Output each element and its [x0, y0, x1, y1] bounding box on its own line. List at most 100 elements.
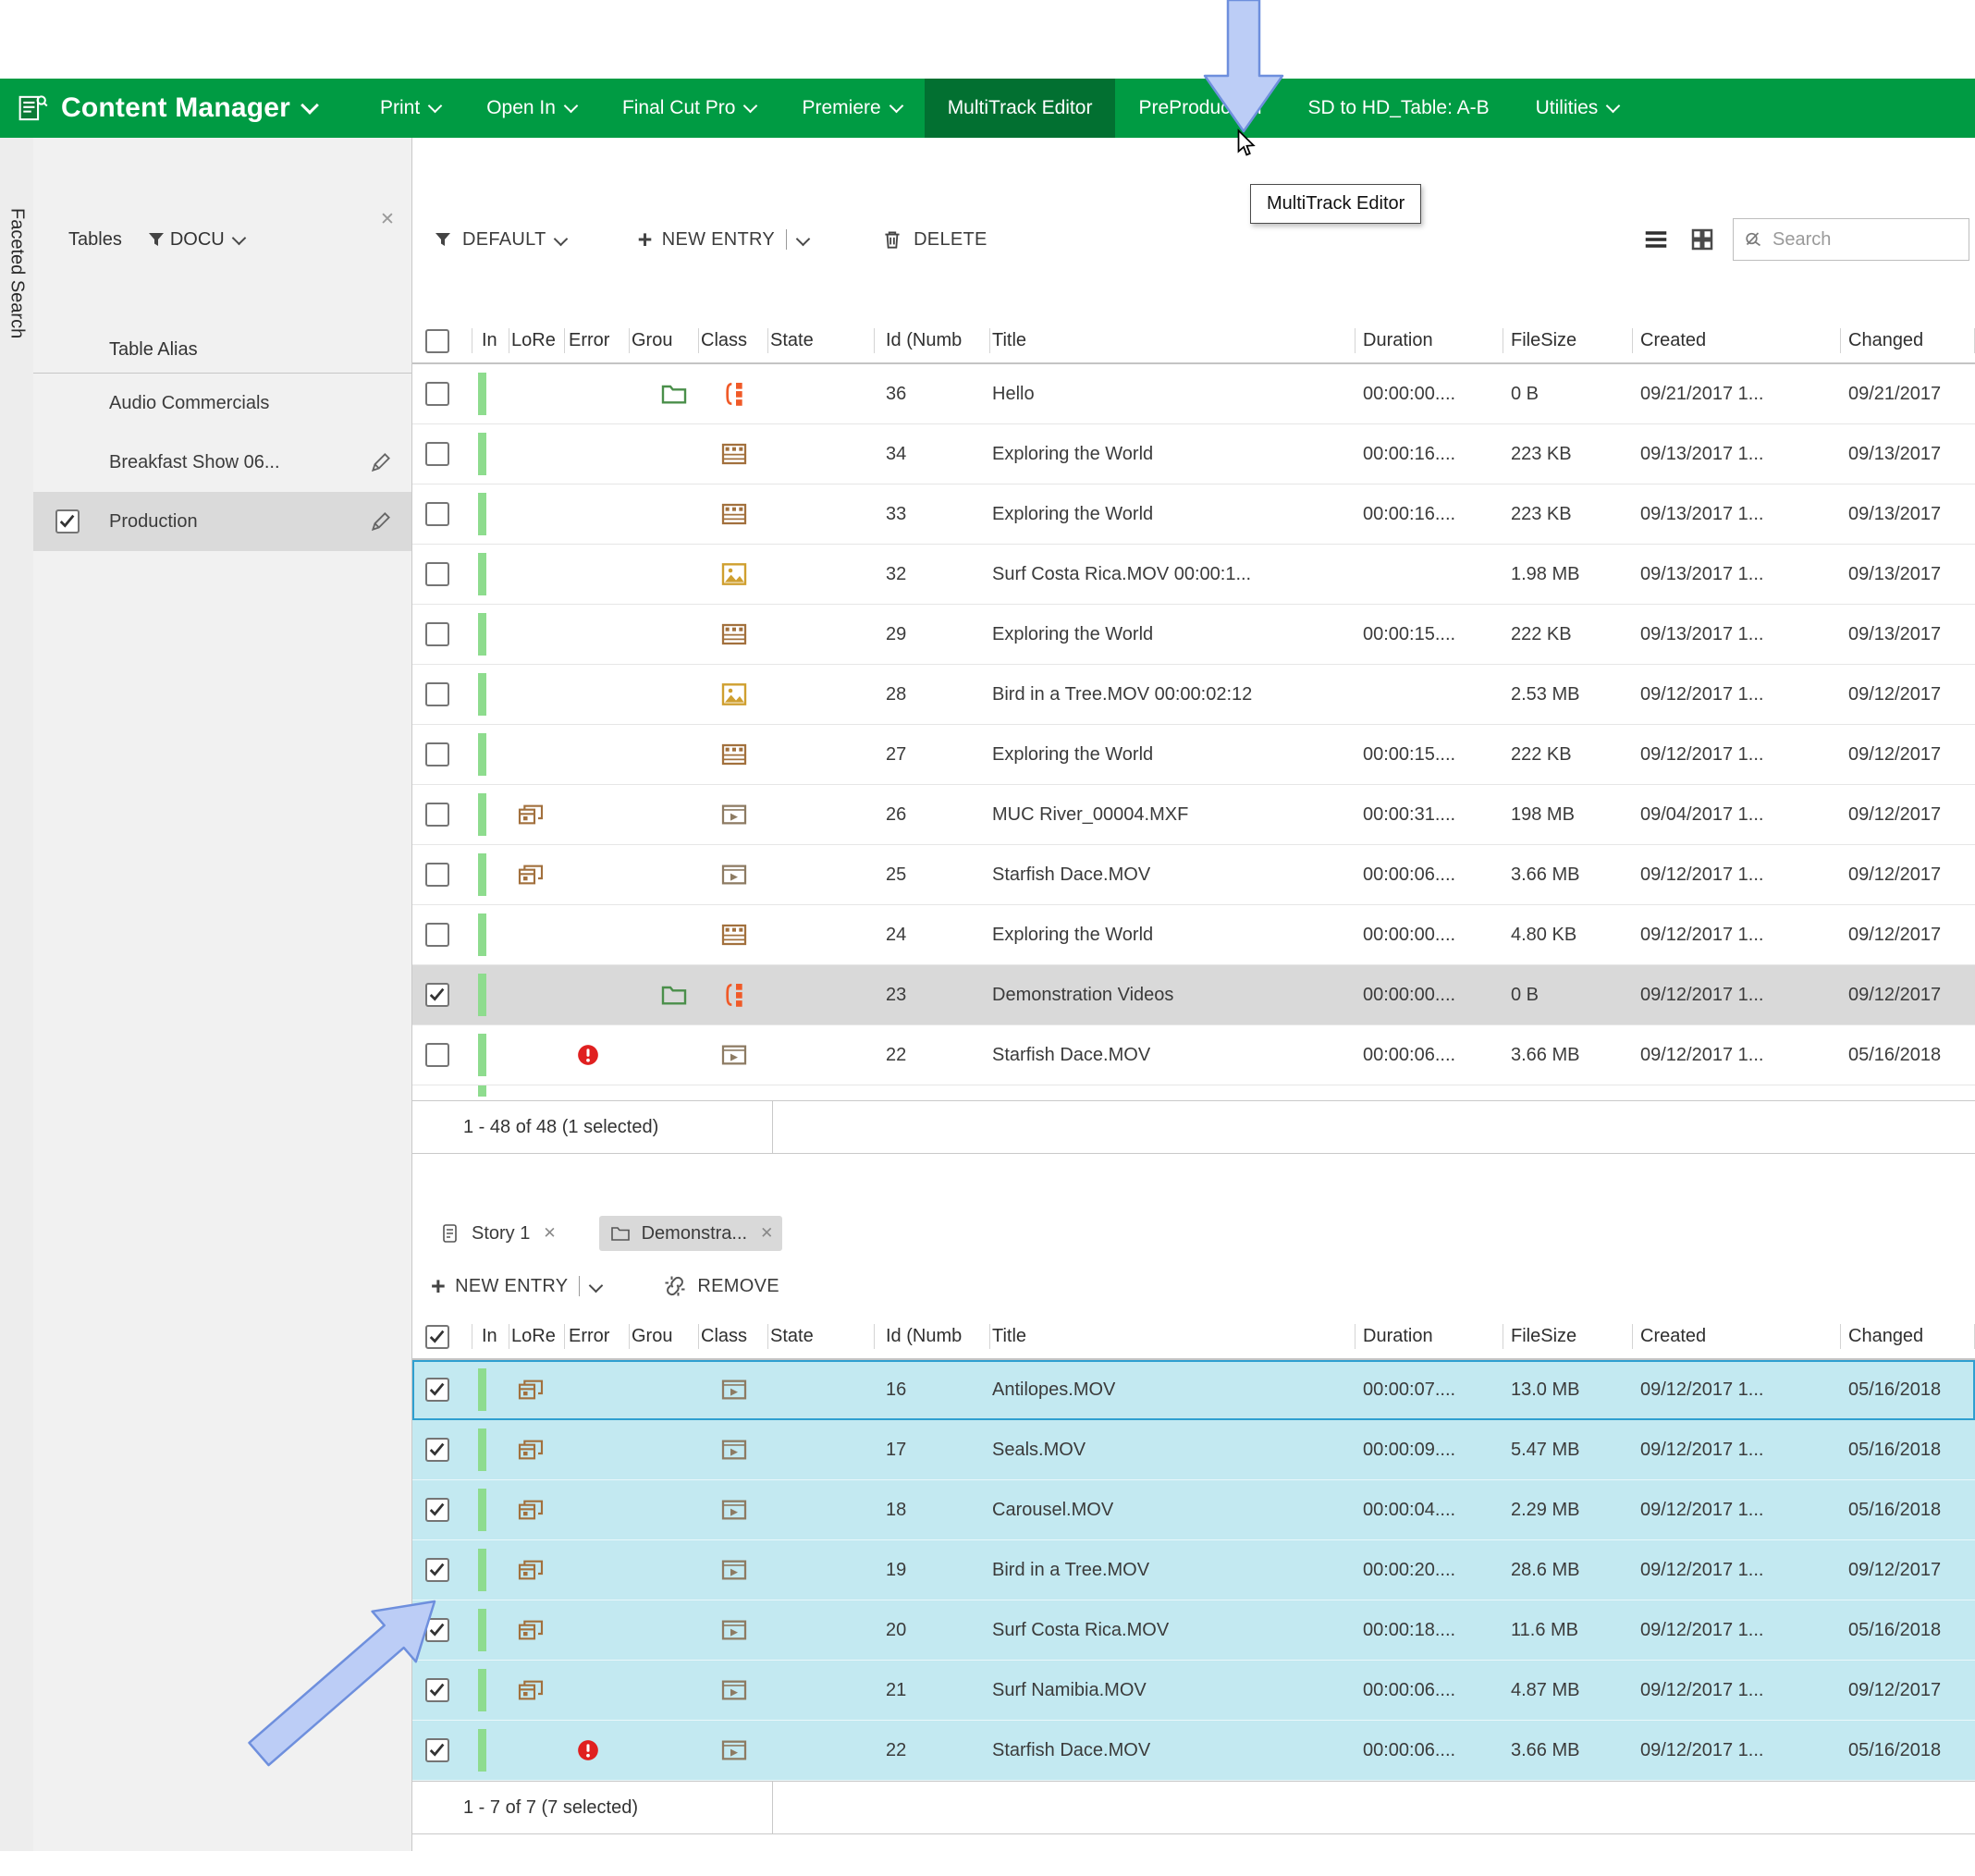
table-row[interactable]: 18 Carousel.MOV 00:00:04.... 2.29 MB 09/… [412, 1480, 1975, 1540]
table-row[interactable]: 34 Exploring the World 00:00:16.... 223 … [412, 424, 1975, 484]
column-header[interactable]: In [472, 1315, 509, 1358]
column-header[interactable]: Created [1633, 319, 1841, 362]
list-view-button[interactable] [1640, 224, 1672, 255]
close-icon[interactable]: ✕ [374, 206, 400, 232]
menu-item-multitrack-editor[interactable]: MultiTrack Editor [925, 79, 1116, 138]
remove-button[interactable]: REMOVE [662, 1273, 779, 1299]
column-header[interactable]: Error [565, 1315, 630, 1358]
row-checkbox[interactable] [425, 923, 449, 947]
table-row[interactable]: 20 Surf Costa Rica.MOV 00:00:18.... 11.6… [412, 1600, 1975, 1661]
column-header[interactable]: Changed [1841, 1315, 1975, 1358]
sidebar-item[interactable]: Audio Commercials [33, 374, 411, 433]
table-row[interactable]: 21 Surf Namibia.MOV 00:00:06.... 4.87 MB… [412, 1661, 1975, 1721]
table-row[interactable]: 25 Starfish Dace.MOV 00:00:06.... 3.66 M… [412, 845, 1975, 905]
column-header[interactable]: FileSize [1503, 319, 1633, 362]
row-checkbox[interactable] [425, 1438, 449, 1462]
column-header[interactable]: FileSize [1503, 1315, 1633, 1358]
column-header[interactable]: LoRe [509, 319, 565, 362]
table-row[interactable]: 28 Bird in a Tree.MOV 00:00:02:12 2.53 M… [412, 665, 1975, 725]
row-checkbox[interactable] [425, 1498, 449, 1522]
column-header[interactable]: Error [565, 319, 630, 362]
row-checkbox[interactable] [425, 863, 449, 887]
row-changed: 09/13/2017 [1841, 545, 1975, 604]
column-header[interactable]: State [768, 319, 875, 362]
row-checkbox[interactable] [425, 983, 449, 1007]
row-checkbox[interactable] [425, 803, 449, 827]
row-checkbox[interactable] [425, 442, 449, 466]
row-checkbox[interactable] [425, 742, 449, 766]
column-header[interactable]: LoRe [509, 1315, 565, 1358]
row-created: 09/13/2017 1... [1633, 484, 1841, 544]
search-input[interactable] [1771, 228, 1950, 251]
menu-item-open-in[interactable]: Open In [463, 79, 599, 138]
row-checkbox[interactable] [425, 502, 449, 526]
menu-item-utilities[interactable]: Utilities [1513, 79, 1642, 138]
sidebar-item[interactable]: Production [33, 492, 411, 551]
table-row[interactable]: 27 Exploring the World 00:00:15.... 222 … [412, 725, 1975, 785]
delete-button[interactable]: DELETE [880, 227, 988, 251]
sidebar-item[interactable]: Breakfast Show 06... [33, 433, 411, 492]
row-checkbox[interactable] [425, 1558, 449, 1582]
search-box[interactable] [1733, 218, 1969, 261]
menu-item-sd-to-hd-table-a-b[interactable]: SD to HD_Table: A-B [1285, 79, 1513, 138]
row-checkbox[interactable] [425, 562, 449, 586]
row-checkbox[interactable] [425, 682, 449, 706]
table-row[interactable]: 29 Exploring the World 00:00:15.... 222 … [412, 605, 1975, 665]
column-header[interactable]: Grou [630, 1315, 699, 1358]
table-row[interactable]: 23 Demonstration Videos 00:00:00.... 0 B… [412, 965, 1975, 1025]
select-all-checkbox[interactable] [425, 329, 449, 353]
selection-chip[interactable]: Demonstra... ✕ [599, 1216, 783, 1251]
column-header[interactable]: Created [1633, 1315, 1841, 1358]
column-header[interactable]: Class [699, 1315, 768, 1358]
column-header[interactable]: Grou [630, 319, 699, 362]
select-all-checkbox[interactable] [425, 1325, 449, 1349]
selection-chip[interactable]: Story 1 ✕ [429, 1216, 566, 1251]
table-row[interactable]: 24 Exploring the World 00:00:00.... 4.80… [412, 905, 1975, 965]
faceted-search-strip[interactable]: Faceted Search [0, 138, 34, 1851]
close-icon[interactable]: ✕ [543, 1224, 556, 1243]
table-row[interactable]: 16 Antilopes.MOV 00:00:07.... 13.0 MB 09… [412, 1360, 1975, 1420]
row-created: 09/13/2017 1... [1633, 545, 1841, 604]
menu-item-final-cut-pro[interactable]: Final Cut Pro [599, 79, 779, 138]
table-row[interactable]: 17 Seals.MOV 00:00:09.... 5.47 MB 09/12/… [412, 1420, 1975, 1480]
table-filter-button[interactable]: DOCU [146, 229, 244, 251]
row-checkbox[interactable] [425, 1378, 449, 1402]
column-header[interactable]: Changed [1841, 319, 1975, 362]
column-header[interactable]: Duration [1356, 319, 1503, 362]
pen-icon[interactable] [365, 447, 397, 478]
row-checkbox[interactable] [425, 622, 449, 646]
table-row[interactable]: 33 Exploring the World 00:00:16.... 223 … [412, 484, 1975, 545]
column-header[interactable]: State [768, 1315, 875, 1358]
grid-view-button[interactable] [1687, 224, 1718, 255]
filter-default-button[interactable]: DEFAULT [433, 229, 566, 251]
table-row[interactable]: 36 Hello 00:00:00.... 0 B 09/21/2017 1..… [412, 364, 1975, 424]
table-row[interactable]: 32 Surf Costa Rica.MOV 00:00:1... 1.98 M… [412, 545, 1975, 605]
menu-item-print[interactable]: Print [357, 79, 463, 138]
row-changed: 05/16/2018 [1841, 1025, 1975, 1085]
column-header[interactable]: In [472, 319, 509, 362]
table-checkbox[interactable] [55, 509, 80, 533]
hierarchy-icon [718, 979, 750, 1011]
column-header[interactable]: Duration [1356, 1315, 1503, 1358]
column-header[interactable]: Title [990, 1315, 1356, 1358]
row-checkbox[interactable] [425, 382, 449, 406]
close-icon[interactable]: ✕ [760, 1224, 773, 1243]
column-header[interactable]: Id (Numb [875, 1315, 990, 1358]
menu-item-premiere[interactable]: Premiere [779, 79, 924, 138]
chevron-down-icon[interactable] [301, 96, 319, 115]
row-checkbox[interactable] [425, 1043, 449, 1067]
sidebar-item-label: Production [109, 511, 198, 533]
table-row[interactable]: 19 Bird in a Tree.MOV 00:00:20.... 28.6 … [412, 1540, 1975, 1600]
row-duration: 00:00:00.... [1356, 965, 1503, 1024]
new-entry-button[interactable]: + NEW ENTRY [638, 227, 808, 252]
table-row[interactable]: 22 Starfish Dace.MOV 00:00:06.... 3.66 M… [412, 1025, 1975, 1085]
table-row[interactable]: 22 Starfish Dace.MOV 00:00:06.... 3.66 M… [412, 1721, 1975, 1781]
new-entry-button-lower[interactable]: + NEW ENTRY [431, 1274, 601, 1299]
pen-icon[interactable] [365, 506, 397, 537]
column-header[interactable]: Id (Numb [875, 319, 990, 362]
trash-icon [880, 227, 904, 251]
column-header[interactable]: Class [699, 319, 768, 362]
table-row[interactable]: 26 MUC River_00004.MXF 00:00:31.... 198 … [412, 785, 1975, 845]
row-state [768, 1420, 875, 1479]
column-header[interactable]: Title [990, 319, 1356, 362]
